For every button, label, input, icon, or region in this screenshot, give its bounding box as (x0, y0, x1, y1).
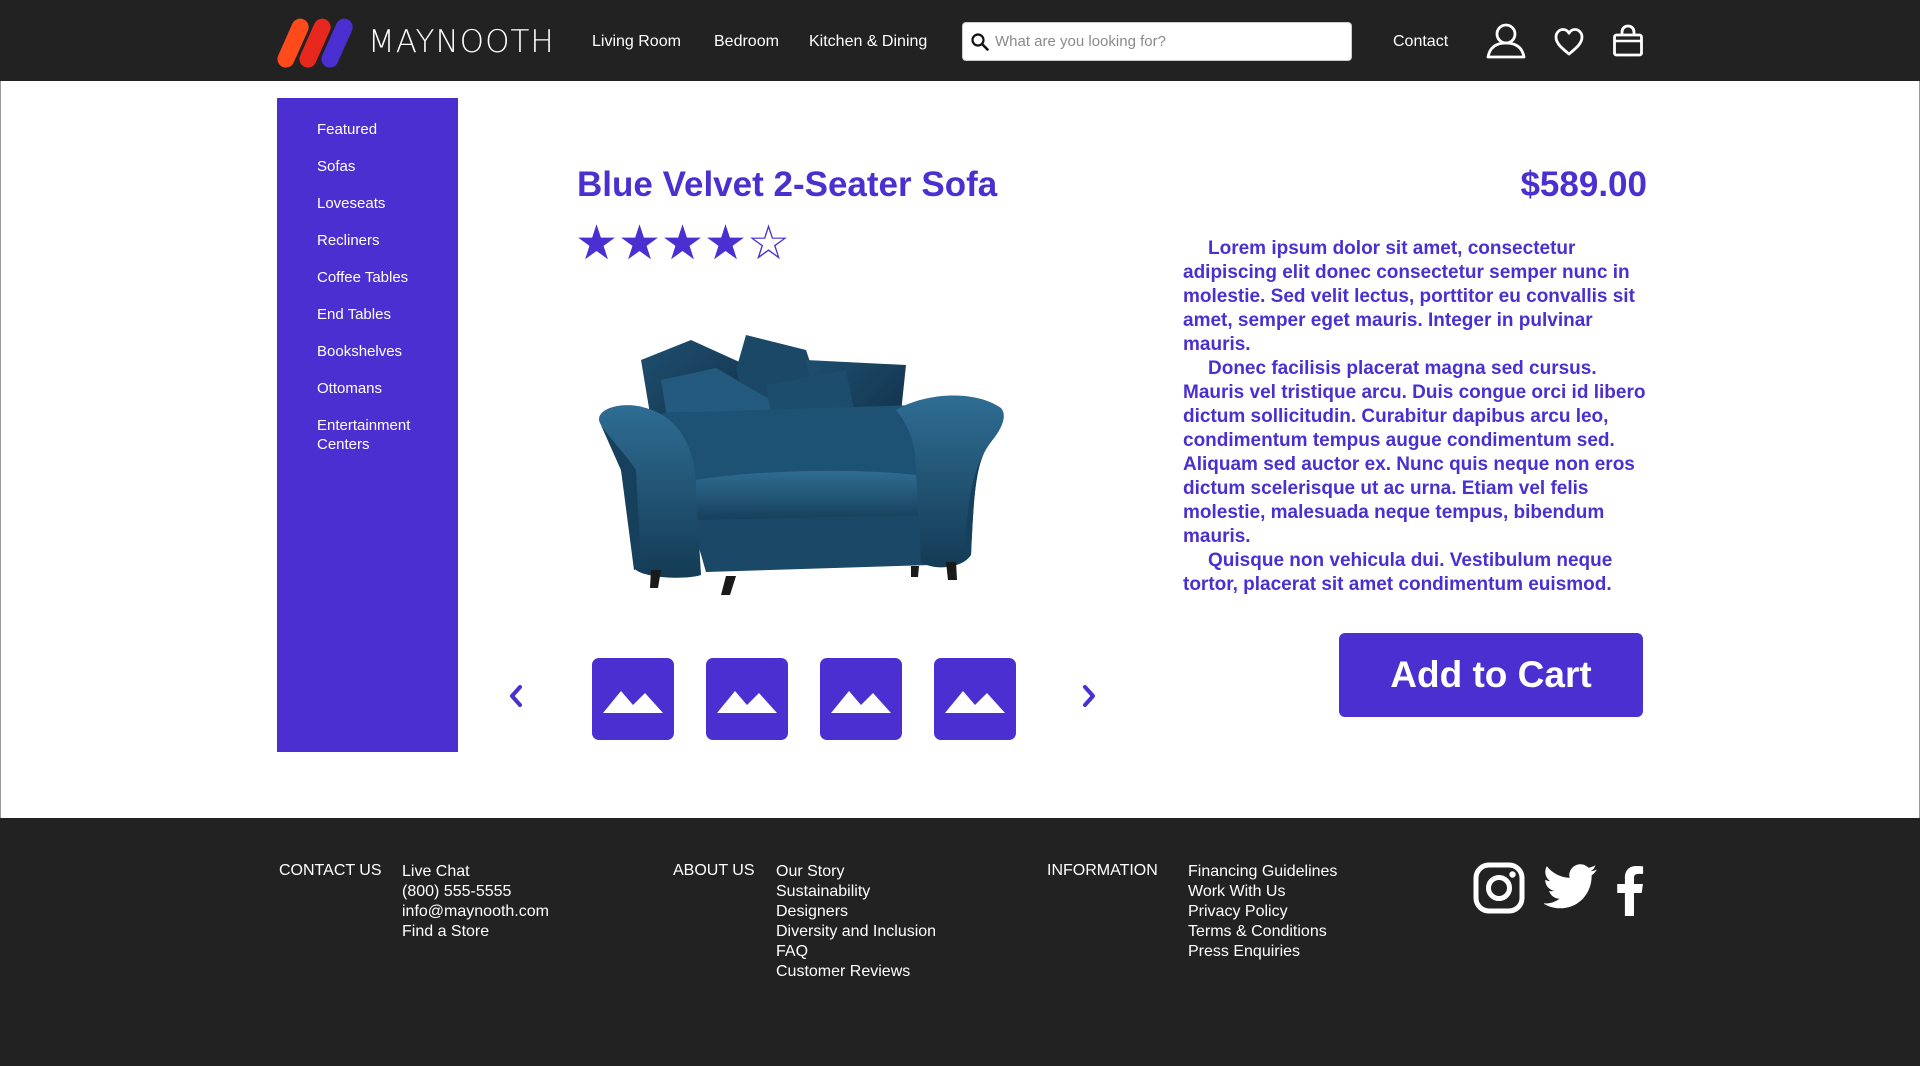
description-paragraph: Lorem ipsum dolor sit amet, consectetur … (1183, 238, 1635, 355)
description-paragraph: Donec facilisis placerat magna sed cursu… (1183, 358, 1646, 547)
nav-living-room[interactable]: Living Room (592, 33, 681, 51)
star-empty-icon: ☆ (747, 217, 791, 270)
product-description: Lorem ipsum dolor sit amet, consectetur … (1183, 237, 1648, 597)
footer-heading-contact: CONTACT US (279, 862, 382, 879)
chevron-left-icon[interactable] (508, 683, 524, 714)
site-footer: CONTACT US Live Chat (800) 555-5555 info… (0, 818, 1920, 1066)
sidebar-item-sofas[interactable]: Sofas (277, 157, 458, 176)
footer-link-live-chat[interactable]: Live Chat (402, 862, 549, 882)
instagram-icon[interactable] (1473, 862, 1525, 919)
shopping-bag-icon[interactable] (1612, 24, 1644, 63)
footer-link-find-store[interactable]: Find a Store (402, 922, 549, 942)
nav-contact[interactable]: Contact (1393, 33, 1448, 51)
footer-link-work-with-us[interactable]: Work With Us (1188, 882, 1337, 902)
twitter-icon[interactable] (1543, 864, 1598, 914)
star-filled-icon: ★ (618, 217, 662, 270)
description-paragraph: Quisque non vehicula dui. Vestibulum neq… (1183, 550, 1613, 595)
add-to-cart-button[interactable]: Add to Cart (1339, 633, 1643, 717)
thumbnail-3[interactable] (820, 658, 902, 740)
thumbnail-carousel (508, 656, 1108, 740)
chevron-right-icon[interactable] (1081, 683, 1097, 714)
sidebar-item-loveseats[interactable]: Loveseats (277, 194, 458, 213)
footer-heading-information: INFORMATION (1047, 862, 1158, 879)
nav-kitchen-dining[interactable]: Kitchen & Dining (809, 33, 927, 51)
rating-stars: ★ ★ ★ ★ ☆ (575, 220, 790, 268)
search-bar[interactable] (962, 22, 1352, 61)
image-placeholder-icon (603, 691, 663, 713)
search-icon (971, 32, 989, 51)
star-filled-icon: ★ (575, 217, 619, 270)
sidebar-item-recliners[interactable]: Recliners (277, 231, 458, 250)
sidebar-item-end-tables[interactable]: End Tables (277, 305, 458, 324)
nav-bedroom[interactable]: Bedroom (714, 33, 779, 51)
thumbnail-2[interactable] (706, 658, 788, 740)
thumbnail-1[interactable] (592, 658, 674, 740)
product-title: Blue Velvet 2-Seater Sofa (577, 165, 998, 204)
sidebar-item-featured[interactable]: Featured (277, 120, 458, 139)
footer-link-designers[interactable]: Designers (776, 902, 936, 922)
star-filled-icon: ★ (704, 217, 748, 270)
facebook-icon[interactable] (1616, 866, 1644, 921)
footer-about-list: Our Story Sustainability Designers Diver… (776, 862, 936, 982)
logo-text: MAYNOOTH (368, 23, 555, 60)
footer-link-sustainability[interactable]: Sustainability (776, 882, 936, 902)
product-price: $589.00 (1520, 165, 1647, 204)
product-main-image (596, 330, 1006, 595)
footer-link-phone[interactable]: (800) 555-5555 (402, 882, 549, 902)
user-icon[interactable] (1486, 23, 1526, 64)
heart-icon[interactable] (1553, 27, 1585, 62)
sidebar-item-coffee-tables[interactable]: Coffee Tables (277, 268, 458, 287)
sidebar-item-bookshelves[interactable]: Bookshelves (277, 342, 458, 361)
footer-link-reviews[interactable]: Customer Reviews (776, 962, 936, 982)
star-filled-icon: ★ (661, 217, 705, 270)
footer-link-financing[interactable]: Financing Guidelines (1188, 862, 1337, 882)
sidebar-item-entertainment-centers[interactable]: Entertainment Centers (277, 416, 447, 454)
sidebar-item-ottomans[interactable]: Ottomans (277, 379, 458, 398)
sofa-image (599, 335, 1004, 595)
footer-heading-about: ABOUT US (673, 862, 755, 879)
site-header: MAYNOOTH Living Room Bedroom Kitchen & D… (0, 0, 1920, 81)
footer-information-list: Financing Guidelines Work With Us Privac… (1188, 862, 1337, 962)
brand-logo[interactable]: MAYNOOTH (276, 15, 555, 68)
footer-link-our-story[interactable]: Our Story (776, 862, 936, 882)
logo-mark-icon (277, 18, 353, 68)
thumbnail-4[interactable] (934, 658, 1016, 740)
search-input[interactable] (995, 33, 1335, 50)
footer-contact-list: Live Chat (800) 555-5555 info@maynooth.c… (402, 862, 549, 942)
footer-link-email[interactable]: info@maynooth.com (402, 902, 549, 922)
footer-link-terms[interactable]: Terms & Conditions (1188, 922, 1337, 942)
image-placeholder-icon (717, 691, 777, 713)
image-placeholder-icon (945, 691, 1005, 713)
footer-link-diversity[interactable]: Diversity and Inclusion (776, 922, 936, 942)
footer-link-faq[interactable]: FAQ (776, 942, 936, 962)
image-placeholder-icon (831, 691, 891, 713)
footer-link-press[interactable]: Press Enquiries (1188, 942, 1337, 962)
footer-link-privacy[interactable]: Privacy Policy (1188, 902, 1337, 922)
category-sidebar: Featured Sofas Loveseats Recliners Coffe… (277, 98, 458, 752)
